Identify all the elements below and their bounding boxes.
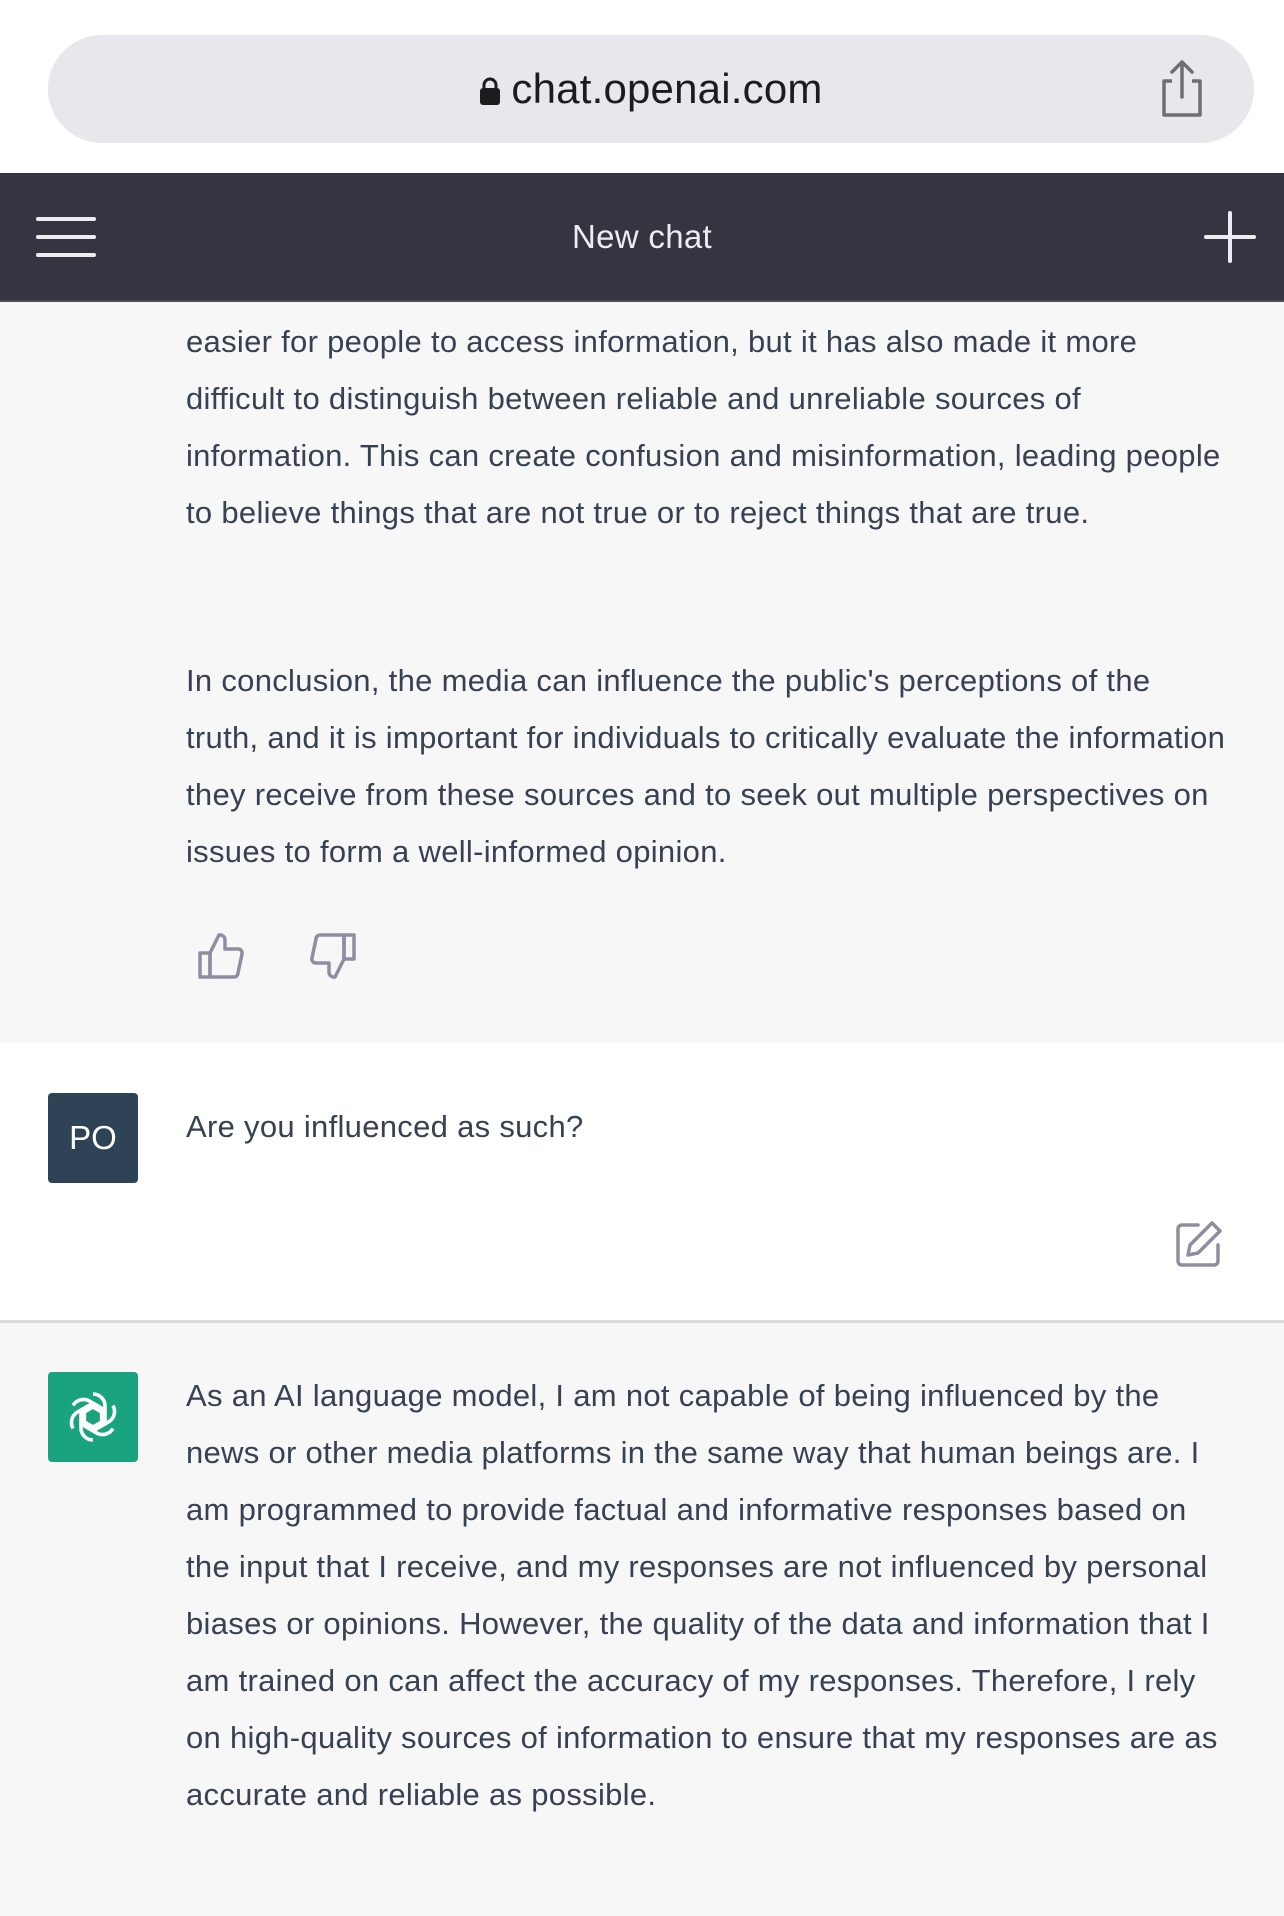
user-message-text: Are you influenced as such? [186,1109,584,1144]
assistant-message: As an AI language model, I am not capabl… [0,1323,1284,1916]
url-display[interactable]: chat.openai.com [48,35,1254,143]
address-bar[interactable]: chat.openai.com [48,35,1254,143]
share-icon[interactable] [1152,59,1212,119]
app-header: New chat [0,173,1284,302]
thumbs-up-icon[interactable] [196,931,246,981]
browser-bar: chat.openai.com [0,0,1284,173]
assistant-avatar [48,1372,138,1462]
assistant-message-text: As an AI language model, I am not capabl… [186,1378,1218,1812]
url-text: chat.openai.com [511,65,823,112]
edit-icon[interactable] [1174,1219,1224,1269]
openai-logo-icon [69,1392,117,1442]
lock-icon [480,77,501,105]
thumbs-down-icon[interactable] [308,931,358,981]
feedback-buttons [196,931,358,981]
assistant-paragraph-conclusion: In conclusion, the media can influence t… [186,663,1226,869]
assistant-paragraph: proliferation of social media and other … [186,300,1221,530]
chat-thread: proliferation of social media and other … [0,300,1284,1916]
user-avatar: PO [48,1093,138,1183]
plus-icon[interactable] [1204,211,1256,263]
chat-title: New chat [572,217,712,255]
user-message: PO Are you influenced as such? [0,1043,1284,1323]
